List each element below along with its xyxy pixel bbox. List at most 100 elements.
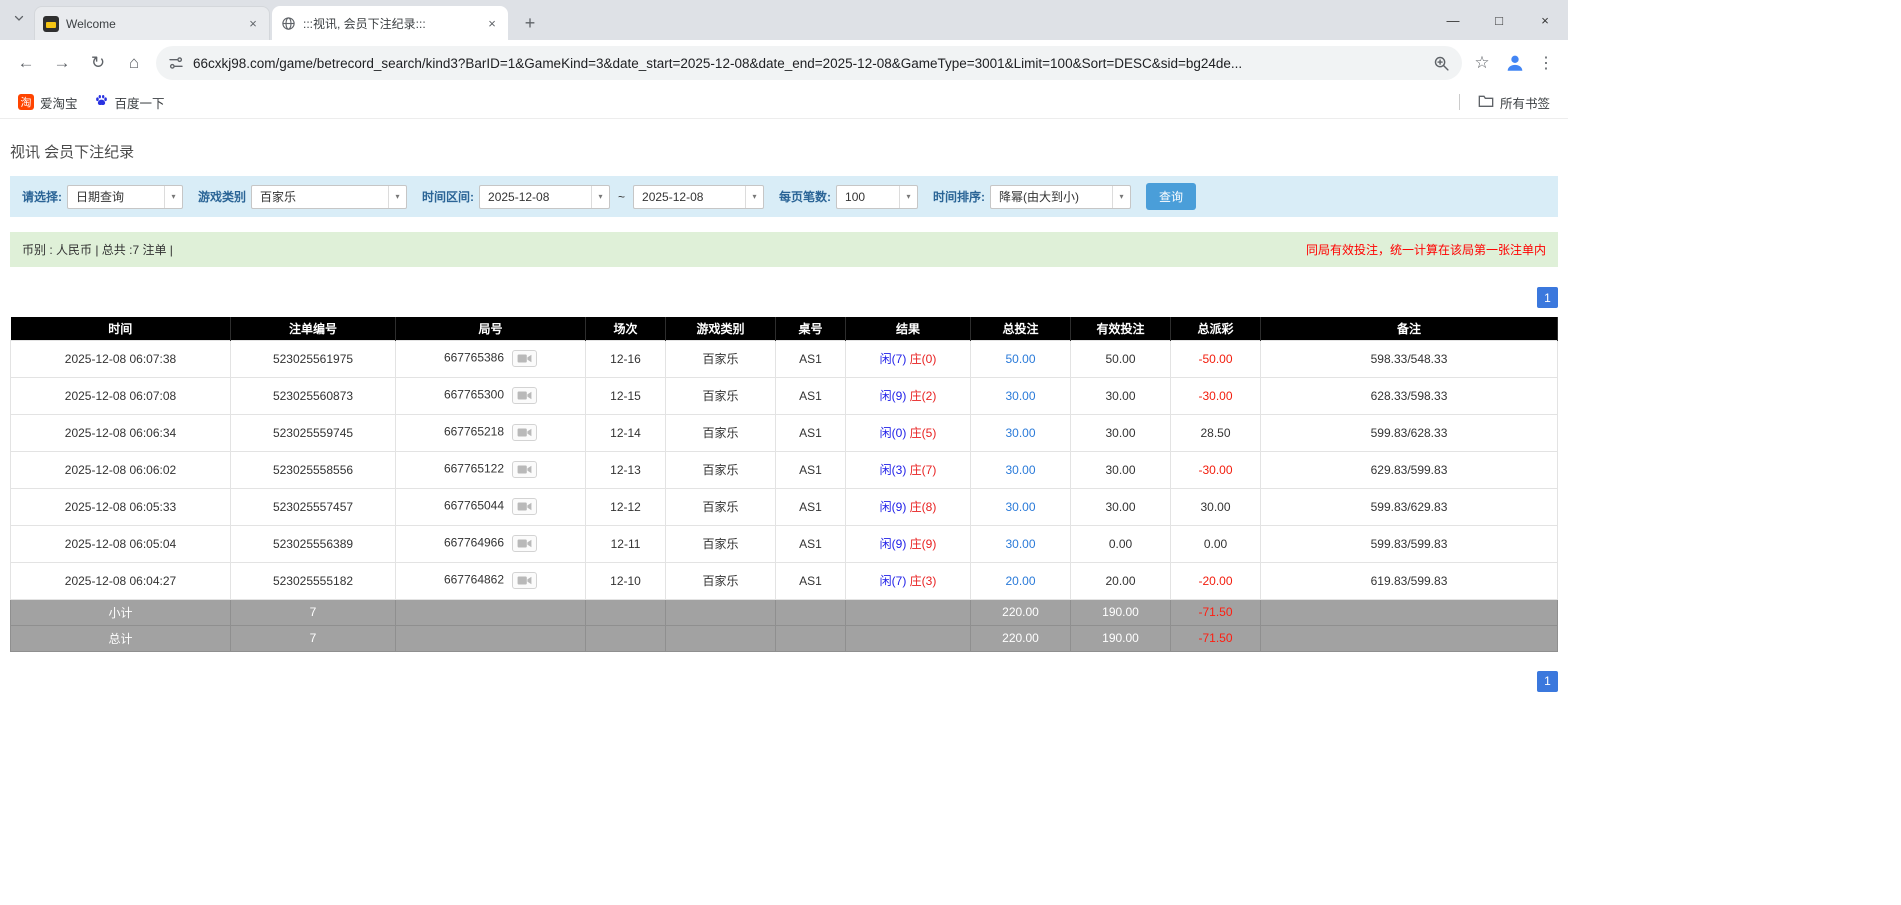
all-bookmarks-button[interactable]: 所有书签 — [1470, 90, 1558, 115]
summary-empty-cell — [666, 625, 776, 651]
column-header: 时间 — [11, 317, 231, 340]
round-id: 667764862 — [444, 573, 504, 587]
summary-empty-cell — [1261, 599, 1558, 625]
round-cell: 667765300 — [396, 377, 586, 414]
column-header: 总派彩 — [1171, 317, 1261, 340]
folder-icon — [1478, 94, 1494, 111]
chevron-down-icon: ▾ — [591, 186, 609, 208]
all-bookmarks-label: 所有书签 — [1500, 93, 1550, 112]
tab-welcome[interactable]: Welcome × — [34, 6, 270, 40]
video-replay-icon[interactable] — [512, 424, 537, 441]
round-id: 667765044 — [444, 499, 504, 513]
player-result: 闲(7) — [880, 352, 907, 366]
column-header: 局号 — [396, 317, 586, 340]
banker-result: 庄(2) — [910, 389, 937, 403]
payout-cell: -50.00 — [1171, 340, 1261, 377]
total-bet-link[interactable]: 20.00 — [971, 562, 1071, 599]
table-no-cell: AS1 — [776, 340, 846, 377]
total-bet-link[interactable]: 30.00 — [971, 414, 1071, 451]
home-button[interactable]: ⌂ — [116, 45, 152, 81]
round-id: 667764966 — [444, 536, 504, 550]
payout-cell: 0.00 — [1171, 525, 1261, 562]
query-button[interactable]: 查询 — [1146, 183, 1196, 210]
date-end-select[interactable]: 2025-12-08 ▾ — [633, 185, 764, 209]
session-cell: 12-13 — [586, 451, 666, 488]
per-page-select[interactable]: 100 ▾ — [836, 185, 918, 209]
total-row: 总计7220.00190.00-71.50 — [11, 625, 1558, 651]
maximize-button[interactable]: □ — [1476, 0, 1522, 40]
bookmark-baidu[interactable]: 百度一下 — [86, 90, 173, 115]
reload-button[interactable]: ↻ — [80, 45, 116, 81]
video-replay-icon[interactable] — [512, 498, 537, 515]
tab-close-icon[interactable]: × — [245, 16, 261, 32]
sort-select[interactable]: 降幂(由大到小) ▾ — [990, 185, 1131, 209]
column-header: 桌号 — [776, 317, 846, 340]
table-no-cell: AS1 — [776, 488, 846, 525]
minimize-button[interactable]: — — [1430, 0, 1476, 40]
session-cell: 12-12 — [586, 488, 666, 525]
total-bet-link[interactable]: 30.00 — [971, 488, 1071, 525]
video-replay-icon[interactable] — [512, 387, 537, 404]
summary-empty-cell — [846, 599, 971, 625]
table-row: 2025-12-08 06:06:34523025559745667765218… — [11, 414, 1558, 451]
valid-bet-cell: 30.00 — [1071, 414, 1171, 451]
bookmark-aitaobao[interactable]: 淘 爱淘宝 — [10, 90, 86, 115]
round-id: 667765218 — [444, 425, 504, 439]
video-replay-icon[interactable] — [512, 461, 537, 478]
game-type-cell: 百家乐 — [666, 451, 776, 488]
address-bar[interactable]: 66cxkj98.com/game/betrecord_search/kind3… — [156, 46, 1462, 80]
chevron-down-icon: ▾ — [745, 186, 763, 208]
table-row: 2025-12-08 06:07:38523025561975667765386… — [11, 340, 1558, 377]
player-result: 闲(7) — [880, 574, 907, 588]
tab-betrecord[interactable]: :::视讯, 会员下注纪录::: × — [272, 6, 508, 40]
total-bet-link[interactable]: 30.00 — [971, 377, 1071, 414]
column-header: 有效投注 — [1071, 317, 1171, 340]
profile-avatar[interactable] — [1498, 46, 1532, 80]
chevron-down-icon: ▾ — [899, 186, 917, 208]
tab-close-icon[interactable]: × — [484, 15, 500, 31]
result-cell: 闲(9) 庄(8) — [846, 488, 971, 525]
banker-result: 庄(5) — [910, 426, 937, 440]
date-start-select[interactable]: 2025-12-08 ▾ — [479, 185, 610, 209]
page-1-button[interactable]: 1 — [1537, 671, 1558, 692]
tab-search-button[interactable] — [4, 0, 34, 40]
video-replay-icon[interactable] — [512, 535, 537, 552]
close-button[interactable]: × — [1522, 0, 1568, 40]
time-cell: 2025-12-08 06:07:38 — [11, 340, 231, 377]
total-bet-link[interactable]: 30.00 — [971, 525, 1071, 562]
summary-count: 7 — [231, 625, 396, 651]
game-type-select[interactable]: 百家乐 ▾ — [251, 185, 407, 209]
zoom-icon[interactable] — [1433, 55, 1450, 72]
video-replay-icon[interactable] — [512, 350, 537, 367]
payout-cell: -20.00 — [1171, 562, 1261, 599]
banker-result: 庄(9) — [910, 537, 937, 551]
bookmark-label: 爱淘宝 — [40, 93, 78, 112]
sort-label: 时间排序: — [933, 188, 985, 205]
site-settings-icon[interactable] — [168, 55, 184, 71]
tab-strip: Welcome × :::视讯, 会员下注纪录::: × + — □ × — [0, 0, 1568, 40]
navigation-bar: ← → ↻ ⌂ 66cxkj98.com/game/betrecord_sear… — [0, 40, 1568, 86]
query-type-select[interactable]: 日期查询 ▾ — [67, 185, 183, 209]
back-button[interactable]: ← — [8, 45, 44, 81]
session-cell: 12-11 — [586, 525, 666, 562]
page-1-button[interactable]: 1 — [1537, 287, 1558, 308]
bet-id-cell: 523025560873 — [231, 377, 396, 414]
menu-icon[interactable]: ⋮ — [1532, 46, 1560, 80]
total-bet-link[interactable]: 30.00 — [971, 451, 1071, 488]
session-cell: 12-10 — [586, 562, 666, 599]
bookmark-star-icon[interactable]: ☆ — [1466, 47, 1498, 79]
game-type-cell: 百家乐 — [666, 377, 776, 414]
valid-bet-cell: 20.00 — [1071, 562, 1171, 599]
video-replay-icon[interactable] — [512, 572, 537, 589]
date-separator: ~ — [618, 190, 625, 204]
forward-button[interactable]: → — [44, 45, 80, 81]
table-no-cell: AS1 — [776, 525, 846, 562]
bet-table-body: 2025-12-08 06:07:38523025561975667765386… — [11, 340, 1558, 651]
welcome-favicon-icon — [43, 16, 59, 32]
table-no-cell: AS1 — [776, 377, 846, 414]
bet-id-cell: 523025557457 — [231, 488, 396, 525]
session-cell: 12-16 — [586, 340, 666, 377]
new-tab-button[interactable]: + — [516, 9, 544, 37]
summary-valid-bet: 190.00 — [1071, 599, 1171, 625]
total-bet-link[interactable]: 50.00 — [971, 340, 1071, 377]
